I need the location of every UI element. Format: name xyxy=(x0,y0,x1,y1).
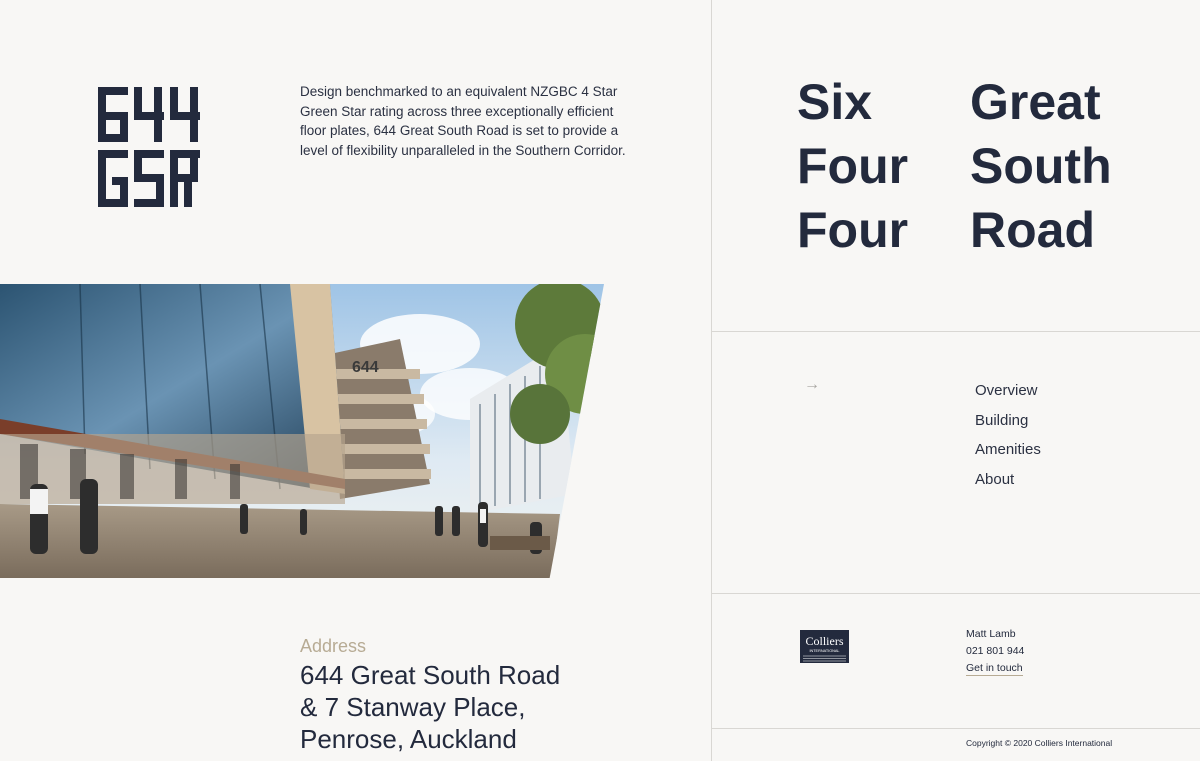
644-gsr-logo xyxy=(98,87,200,207)
title-word: Great xyxy=(970,74,1101,130)
title-column-number: Six Four Four xyxy=(797,70,908,262)
colliers-logo-subtext: INTERNATIONAL xyxy=(809,649,839,653)
left-panel: Design benchmarked to an equivalent NZGB… xyxy=(0,0,711,761)
title-word: Four xyxy=(797,138,909,194)
title-word: Road xyxy=(970,202,1095,258)
divider xyxy=(712,331,1200,332)
divider xyxy=(712,593,1200,594)
hero-building-image: 644 xyxy=(0,284,604,578)
right-panel: Six Four Four Great South Road → Overvie… xyxy=(711,0,1200,761)
colliers-logo[interactable]: Colliers INTERNATIONAL xyxy=(800,630,849,663)
intro-text: Design benchmarked to an equivalent NZGB… xyxy=(300,84,626,158)
title-column-street: Great South Road xyxy=(970,70,1112,262)
nav-item-amenities[interactable]: Amenities xyxy=(975,435,1041,465)
nav-item-building[interactable]: Building xyxy=(975,406,1041,436)
address-block: 644 Great South Road & 7 Stanway Place, … xyxy=(300,659,680,755)
svg-text:644: 644 xyxy=(352,359,379,376)
divider xyxy=(712,728,1200,729)
address-line: & 7 Stanway Place, xyxy=(300,692,526,722)
copyright-text: Copyright © 2020 Colliers International xyxy=(966,738,1113,748)
address-label: Address xyxy=(300,636,367,656)
agent-name: Matt Lamb xyxy=(966,628,1016,640)
building-illustration: 644 xyxy=(0,284,604,578)
address-line: Penrose, Auckland xyxy=(300,724,517,754)
nav-item-overview[interactable]: Overview xyxy=(975,376,1041,406)
arrow-right-icon[interactable]: → xyxy=(804,376,820,394)
main-nav: Overview Building Amenities About xyxy=(975,376,1041,494)
title-word: Six xyxy=(797,74,873,130)
title-word: South xyxy=(970,138,1112,194)
title-word: Four xyxy=(797,202,909,258)
address-line: 644 Great South Road xyxy=(300,660,561,690)
get-in-touch-link[interactable]: Get in touch xyxy=(966,662,1023,676)
agent-phone[interactable]: 021 801 944 xyxy=(966,643,1024,660)
colliers-logo-text: Colliers xyxy=(806,634,844,648)
agent-contact: Matt Lamb 021 801 944 Get in touch xyxy=(966,626,1024,677)
nav-item-about[interactable]: About xyxy=(975,465,1041,495)
